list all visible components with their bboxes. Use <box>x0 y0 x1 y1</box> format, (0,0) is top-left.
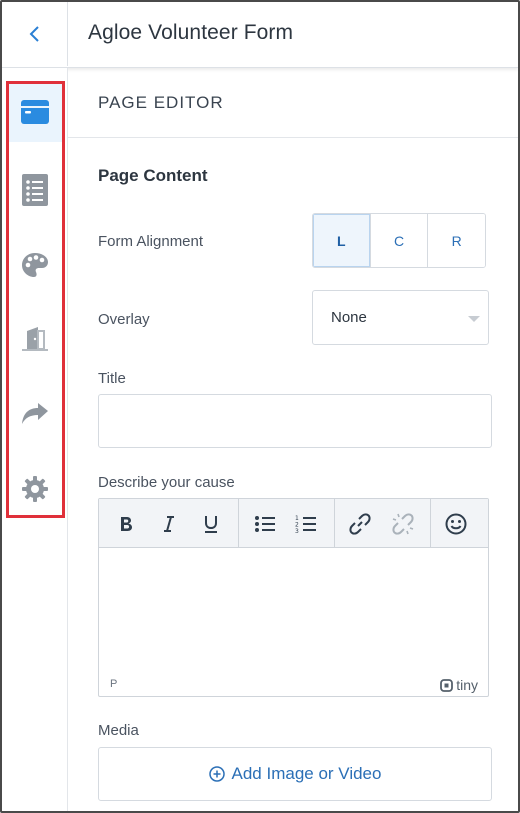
emoji-icon <box>445 513 467 535</box>
tiny-logo-icon <box>440 678 454 692</box>
caret-down-icon <box>468 316 480 322</box>
overlay-label: Overlay <box>98 311 150 328</box>
unlink-icon <box>392 513 414 535</box>
bold-button[interactable] <box>113 511 139 537</box>
chevron-left-icon <box>29 26 39 42</box>
emoji-button[interactable] <box>443 511 469 537</box>
add-media-button[interactable]: Add Image or Video <box>98 747 492 801</box>
underline-button[interactable] <box>198 511 224 537</box>
overlay-value: None <box>331 309 367 326</box>
underline-icon <box>205 516 217 533</box>
svg-text:3: 3 <box>295 528 299 534</box>
page-editor-panel: PAGE EDITOR Page Content Form Alignment … <box>68 68 518 811</box>
media-label: Media <box>98 722 139 739</box>
app-frame: Agloe Volunteer Form PAGE EDITOR Page Co… <box>0 0 520 813</box>
numbered-list-button[interactable]: 1 2 3 <box>293 511 319 537</box>
bullet-list-icon <box>255 516 275 532</box>
tiny-brand-label: tiny <box>456 677 478 693</box>
plus-circle-icon <box>208 766 225 782</box>
insert-link-button[interactable] <box>347 511 373 537</box>
tiny-branding[interactable]: tiny <box>440 677 478 693</box>
italic-icon <box>164 516 174 532</box>
toolbar-separator <box>430 499 431 547</box>
bold-icon <box>121 517 132 531</box>
element-path: P <box>110 678 118 690</box>
toolbar-separator <box>238 499 239 547</box>
toolbar-separator <box>334 499 335 547</box>
align-center-button[interactable]: C <box>370 214 429 267</box>
numbered-list-icon: 1 2 3 <box>295 515 316 534</box>
title-input[interactable] <box>98 394 492 448</box>
link-icon <box>349 513 371 535</box>
align-left-button[interactable]: L <box>313 214 371 267</box>
back-button[interactable] <box>2 2 68 66</box>
section-title: Page Content <box>98 166 208 185</box>
form-title: Agloe Volunteer Form <box>88 21 294 44</box>
form-alignment-label: Form Alignment <box>98 233 204 250</box>
add-media-label: Add Image or Video <box>231 764 382 783</box>
editor-toolbar: 1 2 3 <box>99 499 488 548</box>
cause-label: Describe your cause <box>98 474 235 491</box>
panel-header: PAGE EDITOR <box>68 68 518 138</box>
italic-button[interactable] <box>156 511 182 537</box>
cause-rich-text-editor: 1 2 3 P tiny <box>98 498 489 697</box>
sidebar-highlight-box <box>6 81 65 518</box>
title-label: Title <box>98 370 126 387</box>
sidebar <box>2 68 68 811</box>
panel-title: PAGE EDITOR <box>98 93 224 112</box>
align-right-button[interactable]: R <box>428 214 485 267</box>
top-bar: Agloe Volunteer Form <box>2 2 518 68</box>
overlay-select[interactable]: None <box>312 290 489 345</box>
remove-link-button[interactable] <box>390 511 416 537</box>
bullet-list-button[interactable] <box>252 511 278 537</box>
form-alignment-toggle: L C R <box>312 213 486 268</box>
